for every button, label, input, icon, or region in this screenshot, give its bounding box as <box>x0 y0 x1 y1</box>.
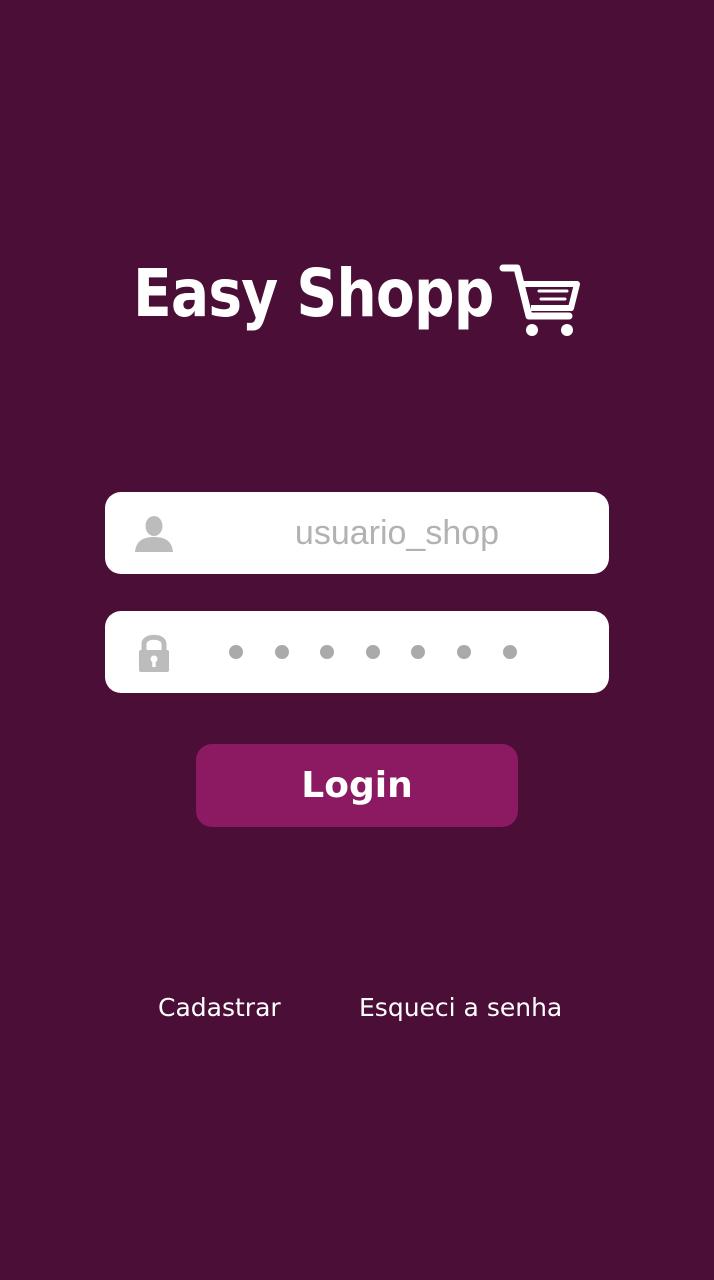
register-link[interactable]: Cadastrar <box>158 990 281 1026</box>
user-icon <box>135 516 173 552</box>
password-dot <box>365 645 380 659</box>
logo-text: Easy Shopp <box>133 255 494 332</box>
password-dot <box>456 645 471 659</box>
shopping-cart-icon <box>499 264 580 336</box>
forgot-password-link[interactable]: Esqueci a senha <box>359 990 562 1026</box>
password-dot <box>411 645 426 659</box>
password-dots <box>229 611 548 693</box>
login-button[interactable]: Login <box>196 744 518 827</box>
username-field[interactable]: usuario_shop <box>105 492 609 574</box>
password-dot <box>502 645 517 659</box>
password-dot <box>229 645 243 659</box>
app-logo: Easy Shopp <box>133 258 583 338</box>
password-field[interactable] <box>105 611 609 693</box>
username-value: usuario_shop <box>294 514 500 552</box>
password-dot <box>274 645 289 659</box>
password-dot <box>320 645 335 659</box>
lock-icon <box>139 634 169 672</box>
